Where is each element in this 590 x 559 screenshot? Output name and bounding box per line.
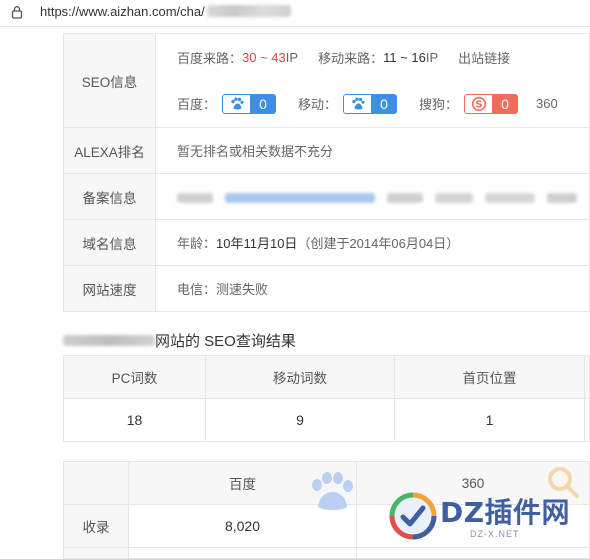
mobile-weight-label: 移动：: [298, 97, 338, 112]
header-pc-words: PC词数: [63, 355, 206, 399]
sogou-weight-badge[interactable]: S 0: [464, 93, 519, 114]
baidu-weight-value: 0: [250, 93, 277, 114]
mobile-traffic-label: 移动来路：: [318, 51, 384, 66]
seo-info-row: SEO信息 百度来路： 30 ~ 43 IP 移动来路： 11 ~ 16 IP …: [63, 33, 590, 128]
domain-redacted: [63, 335, 155, 346]
icp-value-redacted: [155, 173, 590, 220]
section-title: 网站的 SEO查询结果: [63, 330, 296, 351]
baidu-paw-icon: [222, 93, 251, 114]
seo-traffic-line: 百度来路： 30 ~ 43 IP 移动来路： 11 ~ 16 IP 出站链接: [177, 35, 589, 81]
redacted-link: [225, 192, 375, 203]
address-bar[interactable]: https://www.aizhan.com/cha/: [0, 0, 590, 27]
domain-created: （创建于2014年06月04日）: [297, 236, 460, 251]
baidu-weight-label: 百度：: [177, 97, 217, 112]
result-header-row: PC词数 移动词数 首页位置: [63, 355, 590, 399]
domain-label: 域名信息: [63, 219, 156, 266]
baidu-traffic-value[interactable]: 30 ~ 43: [242, 50, 286, 65]
pc-words-value[interactable]: 18: [63, 398, 206, 442]
mobile-weight-badge[interactable]: 0: [343, 93, 398, 114]
icp-row: 备案信息: [63, 173, 590, 220]
redacted-block: [435, 192, 473, 203]
index-row-label: 收录: [63, 504, 129, 548]
seo-info-value: 百度来路： 30 ~ 43 IP 移动来路： 11 ~ 16 IP 出站链接 百…: [155, 33, 590, 128]
mobile-words-value[interactable]: 9: [205, 398, 395, 442]
section-title-text: 网站的 SEO查询结果: [155, 333, 296, 350]
value-overflow: [584, 398, 590, 442]
header-overflow: [584, 355, 590, 399]
seo-info-label: SEO信息: [63, 33, 156, 128]
mobile-traffic-value[interactable]: 11 ~ 16: [383, 50, 426, 65]
ip-unit: IP: [285, 50, 299, 65]
engine-corner: [63, 461, 129, 505]
mobile-paw-icon: [343, 93, 372, 114]
url-redacted: [206, 5, 291, 17]
home-position-value: 1: [394, 398, 585, 442]
dz-logo-icon: [389, 492, 437, 540]
url-prefix: https://www.aizhan.com/cha/: [40, 4, 205, 19]
mobile-weight-value: 0: [371, 93, 398, 114]
alexa-label: ALEXA排名: [63, 127, 156, 174]
svg-text:S: S: [475, 99, 482, 110]
watermark-text: DZ插件网: [440, 496, 571, 529]
ip-unit-2: IP: [425, 50, 439, 65]
speed-value: 电信：测速失败: [155, 265, 590, 312]
domain-age-value: 10年11月10日: [216, 236, 298, 251]
header-home-position: 首页位置: [394, 355, 585, 399]
domain-age-label: 年龄：: [177, 236, 217, 251]
domain-value: 年龄：10年11月10日（创建于2014年06月04日）: [155, 219, 590, 266]
sogou-weight-value: 0: [492, 93, 519, 114]
icp-label: 备案信息: [63, 173, 156, 220]
speed-row: 网站速度 电信：测速失败: [63, 265, 590, 312]
speed-label: 网站速度: [63, 265, 156, 312]
lock-icon: [11, 6, 23, 19]
watermark-subtext: DZ-X.NET: [470, 529, 520, 539]
url-text[interactable]: https://www.aizhan.com/cha/: [40, 4, 291, 19]
alexa-value: 暂无排名或相关数据不充分: [155, 127, 590, 174]
watermark: DZ插件网 DZ-X.NET: [312, 465, 590, 557]
seo-result-table: PC词数 移动词数 首页位置 18 9 1: [63, 355, 590, 442]
redacted-block: [387, 192, 423, 203]
site-info-table: SEO信息 百度来路： 30 ~ 43 IP 移动来路： 11 ~ 16 IP …: [63, 33, 590, 312]
sogou-weight-label: 搜狗：: [419, 97, 459, 112]
outlinks-label[interactable]: 出站链接: [458, 48, 510, 67]
watermark-paw-icon: [312, 472, 353, 510]
alexa-row: ALEXA排名 暂无排名或相关数据不充分: [63, 127, 590, 174]
baidu-weight-badge[interactable]: 0: [222, 93, 277, 114]
result-value-row: 18 9 1: [63, 398, 590, 442]
header-mobile-words: 移动词数: [205, 355, 395, 399]
so360-weight-label: 360: [536, 96, 558, 111]
redacted-block: [177, 192, 213, 203]
baidu-traffic-label: 百度来路：: [177, 51, 243, 66]
domain-row: 域名信息 年龄：10年11月10日（创建于2014年06月04日）: [63, 219, 590, 266]
redacted-block: [485, 192, 535, 203]
redacted-block: [547, 192, 577, 203]
seo-weight-line: 百度： 0 移动： 0 搜狗： S 0 360: [177, 81, 589, 127]
sogou-s-icon: S: [464, 93, 493, 114]
